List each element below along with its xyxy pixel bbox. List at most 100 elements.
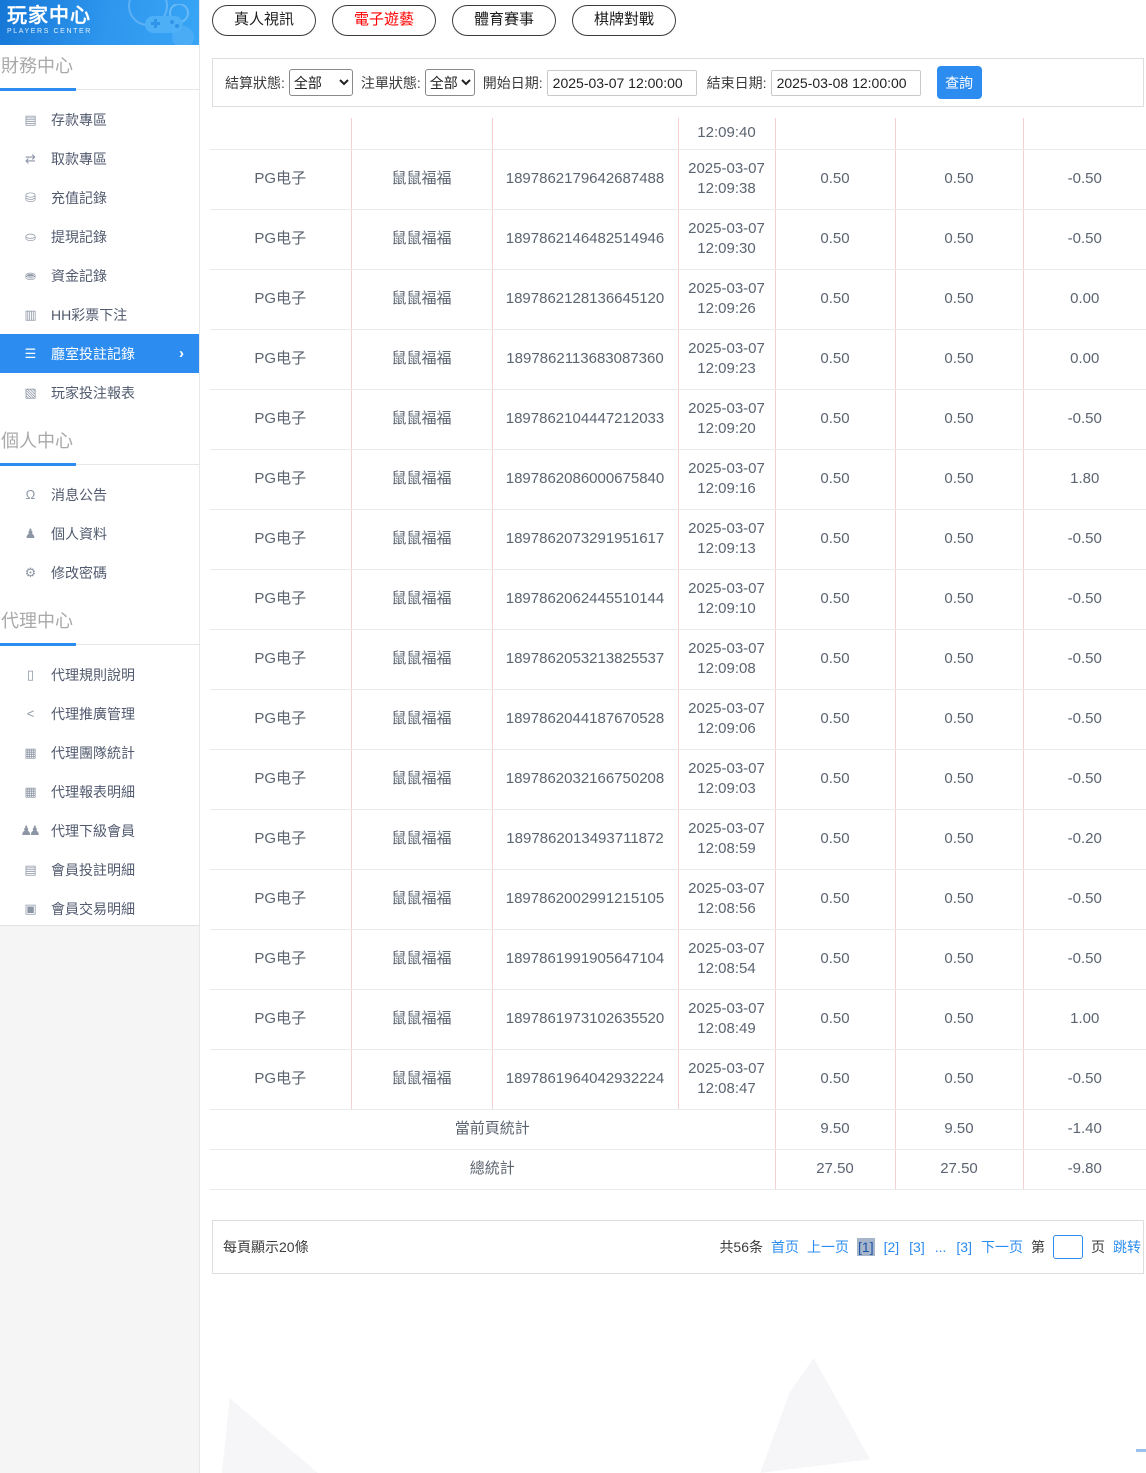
bet-amount-cell: 0.50: [775, 929, 895, 989]
sidebar-group: 代理中心 ▯ 代理規則說明 < 代理推廣管理 ▦ 代理團隊統計 ▦ 代理報表明細…: [0, 600, 199, 926]
sidebar-item-deposit[interactable]: ▤ 存款專區: [0, 100, 199, 139]
sidebar-group-title: 代理中心: [0, 600, 199, 645]
game-cell: 鼠鼠福福: [351, 149, 492, 209]
filter-bar: 結算狀態: 全部 注單狀態: 全部 開始日期: 結束日期: 查詢: [212, 58, 1144, 107]
table-row: PG电子 鼠鼠福福 1897861991905647104 2025-03-07…: [210, 929, 1146, 989]
page-link[interactable]: [3]: [955, 1238, 973, 1256]
prev-page-link[interactable]: 上一页: [807, 1237, 849, 1257]
winloss-cell: -0.50: [1023, 149, 1146, 209]
valid-bet-cell: 0.50: [895, 269, 1023, 329]
bet-time-cell: 2025-03-07 12:08:47: [678, 1049, 775, 1109]
order-number-cell: 1897862113683087360: [492, 329, 678, 389]
search-button[interactable]: 查詢: [937, 66, 982, 99]
bet-time-cell: 2025-03-07 12:09:30: [678, 209, 775, 269]
sidebar-item-agent-report-detail[interactable]: ▦ 代理報表明細: [0, 772, 199, 811]
agent-members-icon: ♟♟: [20, 823, 38, 839]
tab-electronic-games[interactable]: 電子遊藝: [332, 5, 436, 36]
tab-sports[interactable]: 體育賽事: [452, 5, 556, 36]
sidebar-item-label: 玩家投注報表: [51, 383, 135, 403]
room-bet-record-icon: ☰: [20, 346, 38, 362]
sidebar-menu: 財務中心 ▤ 存款專區 ⇄ 取款專區 ⛁ 充值記錄 ⛀ 提現記錄 ⛂ 資金記錄 …: [0, 45, 199, 926]
valid-bet-cell: 0.50: [895, 929, 1023, 989]
bet-time-cell: 2025-03-07 12:08:54: [678, 929, 775, 989]
hall-cell: PG电子: [210, 149, 351, 209]
settle-status-select[interactable]: 全部: [289, 69, 353, 96]
order-number-cell: 1897862062445510144: [492, 569, 678, 629]
decor-dash: [1136, 1449, 1146, 1452]
sidebar-item-label: 充值記錄: [51, 188, 107, 208]
page-link[interactable]: [1]: [857, 1238, 875, 1256]
page-summary-row: 當前頁統計 9.50 9.50 -1.40: [210, 1109, 1146, 1149]
sidebar-item-member-bet-detail[interactable]: ▤ 會員投註明細: [0, 850, 199, 889]
sidebar-item-agent-members[interactable]: ♟♟ 代理下級會員: [0, 811, 199, 850]
page-link[interactable]: [3]: [908, 1238, 926, 1256]
bet-amount-cell: 0.50: [775, 509, 895, 569]
hall-cell: PG电子: [210, 389, 351, 449]
winloss-cell: -0.50: [1023, 869, 1146, 929]
member-bet-icon: ▤: [20, 862, 38, 878]
recharge-record-icon: ⛁: [20, 190, 38, 206]
page-size-text: 每頁顯示20條: [223, 1237, 309, 1257]
sidebar-item-player-report[interactable]: ▧ 玩家投注報表: [0, 373, 199, 412]
winloss-cell: -0.50: [1023, 749, 1146, 809]
sidebar-group: 個人中心 Ω 消息公告 ♟ 個人資料 ⚙ 修改密碼: [0, 420, 199, 592]
start-date-input[interactable]: [547, 70, 697, 96]
first-page-link[interactable]: 首页: [771, 1237, 799, 1257]
valid-bet-cell: 0.50: [895, 989, 1023, 1049]
page-link[interactable]: ...: [934, 1238, 948, 1256]
sidebar-item-funds-record[interactable]: ⛂ 資金記錄: [0, 256, 199, 295]
bet-time-cell: 2025-03-07 12:08:56: [678, 869, 775, 929]
bet-time-cell: 2025-03-07 12:08:59: [678, 809, 775, 869]
sidebar-item-announcements[interactable]: Ω 消息公告: [0, 475, 199, 514]
withdraw-record-icon: ⛀: [20, 229, 38, 245]
sidebar-item-lottery-bet[interactable]: ▥ HH彩票下注: [0, 295, 199, 334]
tab-board-games[interactable]: 棋牌對戰: [572, 5, 676, 36]
game-cell: 鼠鼠福福: [351, 749, 492, 809]
winloss-cell: -0.50: [1023, 689, 1146, 749]
order-number-cell: 1897862053213825537: [492, 629, 678, 689]
withdraw-icon: ⇄: [20, 151, 38, 167]
sidebar-item-label: 代理推廣管理: [51, 704, 135, 724]
next-page-link[interactable]: 下一页: [981, 1237, 1023, 1257]
sidebar-item-agent-rules[interactable]: ▯ 代理規則說明: [0, 655, 199, 694]
table-row: PG电子 鼠鼠福福 1897862032166750208 2025-03-07…: [210, 749, 1146, 809]
sidebar-item-label: 資金記錄: [51, 266, 107, 286]
sidebar-item-label: 消息公告: [51, 485, 107, 505]
end-date-input[interactable]: [771, 70, 921, 96]
sidebar-item-agent-promo[interactable]: < 代理推廣管理: [0, 694, 199, 733]
winloss-cell: -0.50: [1023, 929, 1146, 989]
table-row: PG电子 鼠鼠福福 1897862053213825537 2025-03-07…: [210, 629, 1146, 689]
winloss-cell: 1.80: [1023, 449, 1146, 509]
page-summary-valid: 9.50: [895, 1109, 1023, 1149]
game-cell: 鼠鼠福福: [351, 209, 492, 269]
valid-bet-cell: 0.50: [895, 689, 1023, 749]
bet-amount-cell: 0.50: [775, 749, 895, 809]
agent-promo-icon: <: [20, 706, 38, 721]
sidebar-item-change-password[interactable]: ⚙ 修改密碼: [0, 553, 199, 592]
valid-bet-cell: 0.50: [895, 509, 1023, 569]
valid-bet-cell: 0.50: [895, 329, 1023, 389]
sidebar-item-agent-team-stats[interactable]: ▦ 代理團隊統計: [0, 733, 199, 772]
page-link[interactable]: [2]: [883, 1238, 901, 1256]
order-number-cell: 1897862128136645120: [492, 269, 678, 329]
main-content: 真人視訊電子遊藝體育賽事棋牌對戰 結算狀態: 全部 注單狀態: 全部 開始日期:…: [210, 0, 1146, 1473]
order-number-cell: 1897862044187670528: [492, 689, 678, 749]
tab-live-casino[interactable]: 真人視訊: [212, 5, 316, 36]
sidebar-item-profile[interactable]: ♟ 個人資料: [0, 514, 199, 553]
sidebar-item-label: 修改密碼: [51, 563, 107, 583]
sidebar-item-withdraw-record[interactable]: ⛀ 提現記錄: [0, 217, 199, 256]
sidebar-item-withdraw[interactable]: ⇄ 取款專區: [0, 139, 199, 178]
sidebar-item-label: 取款專區: [51, 149, 107, 169]
hall-cell: PG电子: [210, 209, 351, 269]
page-jump-input[interactable]: [1053, 1235, 1083, 1259]
table-row: PG电子 鼠鼠福福 1897862002991215105 2025-03-07…: [210, 869, 1146, 929]
order-status-select[interactable]: 全部: [425, 69, 475, 96]
bet-time-cell: 2025-03-07 12:09:26: [678, 269, 775, 329]
sidebar-item-room-bet-record[interactable]: ☰ 廳室投註記錄 ›: [0, 334, 199, 373]
valid-bet-cell: 0.50: [895, 389, 1023, 449]
sidebar-item-member-transaction-detail[interactable]: ▣ 會員交易明細: [0, 889, 199, 926]
order-number-cell: 1897862032166750208: [492, 749, 678, 809]
game-cell: 鼠鼠福福: [351, 449, 492, 509]
sidebar-item-recharge-record[interactable]: ⛁ 充值記錄: [0, 178, 199, 217]
jump-button[interactable]: 跳转: [1113, 1237, 1141, 1257]
